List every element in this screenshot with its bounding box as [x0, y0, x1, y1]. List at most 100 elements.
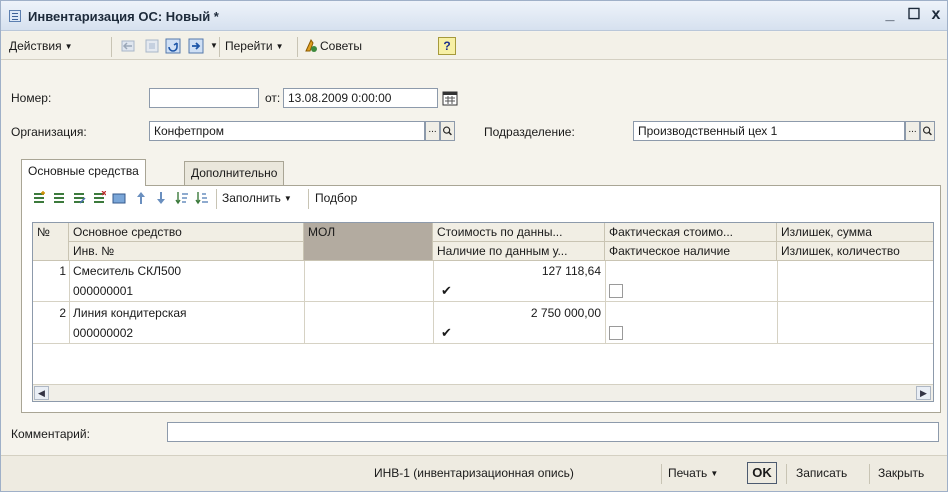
date-label: от: — [265, 91, 281, 105]
scroll-right-icon[interactable]: ▶ — [916, 386, 931, 400]
horizontal-scrollbar[interactable]: ◀ ▶ — [33, 384, 933, 401]
chevron-down-icon: ▼ — [710, 469, 719, 478]
actual-presence-checkbox[interactable] — [609, 284, 623, 298]
department-field[interactable]: Производственный цех 1 — [633, 121, 905, 141]
col-header-actual-cost[interactable]: Фактическая стоимо... — [605, 223, 777, 242]
document-icon — [9, 10, 21, 22]
book-cost-value[interactable]: 127 118,64 — [433, 261, 605, 281]
back-arrow-icon[interactable] — [121, 38, 137, 54]
refresh-icon[interactable] — [165, 38, 181, 54]
checkmark-icon: ✔ — [441, 325, 452, 340]
asset-inventory-number[interactable]: 000000001 — [69, 281, 304, 301]
organization-label: Организация: — [11, 125, 87, 139]
organization-field[interactable]: Конфетпром — [149, 121, 425, 141]
inventory-form-button[interactable]: ИНВ-1 (инвентаризационная опись) — [374, 466, 574, 480]
toolbar-separator — [216, 189, 217, 209]
move-down-icon[interactable] — [154, 191, 168, 205]
toolbar-separator — [786, 464, 787, 484]
col-header-inventory-number[interactable]: Инв. № — [69, 242, 304, 261]
actions-label: Действия — [9, 39, 62, 53]
grid-line — [33, 343, 933, 344]
tips-icon[interactable] — [303, 38, 319, 54]
fixed-assets-table[interactable]: № Основное средство МОЛ Стоимость по дан… — [32, 222, 934, 402]
search-icon[interactable] — [440, 121, 455, 141]
toolbar-separator — [219, 37, 220, 57]
search-icon[interactable] — [920, 121, 935, 141]
col-header-asset[interactable]: Основное средство — [69, 223, 304, 242]
maximize-button[interactable]: ☐ — [905, 5, 923, 25]
col-header-book-presence[interactable]: Наличие по данным у... — [433, 242, 605, 261]
actions-menu[interactable]: Действия ▼ — [9, 38, 73, 56]
grid-line — [605, 261, 606, 343]
document-window: Инвентаризация ОС: Новый * _ ☐ x Действи… — [0, 0, 948, 492]
book-cost-value[interactable]: 2 750 000,00 — [433, 303, 605, 323]
chevron-down-icon: ▼ — [64, 42, 73, 51]
toolbar-separator — [297, 37, 298, 57]
date-field[interactable]: 13.08.2009 0:00:00 — [283, 88, 438, 108]
help-button[interactable]: ? — [438, 37, 456, 55]
toolbar-separator — [111, 37, 112, 57]
goto-menu[interactable]: Перейти ▼ — [225, 38, 283, 56]
asset-name[interactable]: Линия кондитерская — [69, 303, 304, 323]
chevron-down-icon: ▼ — [283, 194, 292, 203]
tab-panel: Заполнить ▼ Подбор № Основное средство МО… — [21, 185, 941, 413]
fill-menu[interactable]: Заполнить ▼ — [222, 190, 292, 208]
col-header-surplus-sum[interactable]: Излишек, сумма — [777, 223, 933, 242]
col-header-number[interactable]: № — [33, 223, 69, 261]
goto-label: Перейти — [225, 39, 273, 53]
sort-descending-icon[interactable] — [195, 191, 209, 205]
chevron-down-icon[interactable]: ▼ — [210, 41, 218, 50]
comment-label: Комментарий: — [11, 427, 90, 441]
document-disabled-icon[interactable] — [144, 38, 160, 54]
grid-line — [33, 301, 933, 302]
end-edit-icon[interactable] — [112, 191, 126, 205]
delete-row-icon[interactable] — [92, 191, 106, 205]
table-toolbar: Заполнить ▼ Подбор — [22, 186, 940, 212]
actual-presence-checkbox[interactable] — [609, 326, 623, 340]
calendar-icon[interactable] — [442, 90, 458, 106]
col-header-book-cost[interactable]: Стоимость по данны... — [433, 223, 605, 242]
toolbar-separator — [869, 464, 870, 484]
toolbar-separator — [308, 189, 309, 209]
organization-select-button[interactable]: ... — [425, 121, 440, 141]
asset-name[interactable]: Смеситель СКЛ500 — [69, 261, 304, 281]
post-document-icon[interactable] — [188, 38, 204, 54]
edit-row-icon[interactable] — [72, 191, 86, 205]
grid-line — [304, 261, 305, 343]
grid-line — [777, 261, 778, 343]
main-toolbar: Действия ▼ ▼ Перейти ▼ Советы ? — [1, 32, 947, 60]
save-button[interactable]: Записать — [796, 466, 847, 480]
add-row-icon[interactable] — [32, 191, 46, 205]
row-number: 1 — [59, 264, 66, 278]
comment-field[interactable] — [167, 422, 939, 442]
move-up-icon[interactable] — [134, 191, 148, 205]
print-menu[interactable]: Печать ▼ — [668, 466, 718, 480]
close-form-button[interactable]: Закрыть — [878, 466, 924, 480]
tab-additional[interactable]: Дополнительно — [184, 161, 285, 185]
title-bar: Инвентаризация ОС: Новый * _ ☐ x — [1, 1, 947, 31]
minimize-button[interactable]: _ — [881, 5, 899, 25]
bottom-command-bar: ИНВ-1 (инвентаризационная опись) Печать ▼… — [1, 455, 947, 491]
checkmark-icon: ✔ — [441, 283, 452, 298]
ok-button[interactable]: OK — [747, 462, 777, 484]
sort-ascending-icon[interactable] — [175, 191, 189, 205]
col-header-actual-presence[interactable]: Фактическое наличие — [605, 242, 777, 261]
department-label: Подразделение: — [484, 125, 575, 139]
tips-button[interactable]: Советы — [320, 38, 362, 56]
number-field[interactable] — [149, 88, 259, 108]
toolbar-separator — [661, 464, 662, 484]
tab-fixed-assets[interactable]: Основные средства — [21, 159, 146, 186]
asset-inventory-number[interactable]: 000000002 — [69, 323, 304, 343]
number-label: Номер: — [11, 91, 52, 105]
scroll-left-icon[interactable]: ◀ — [34, 386, 49, 400]
close-button[interactable]: x — [927, 5, 945, 25]
col-header-surplus-qty[interactable]: Излишек, количество — [777, 242, 933, 261]
chevron-down-icon: ▼ — [275, 42, 284, 51]
copy-row-icon[interactable] — [52, 191, 66, 205]
pick-button[interactable]: Подбор — [315, 190, 357, 208]
fill-label: Заполнить — [222, 191, 281, 205]
department-select-button[interactable]: ... — [905, 121, 920, 141]
window-title: Инвентаризация ОС: Новый * — [28, 9, 219, 24]
col-header-mol[interactable]: МОЛ — [304, 223, 433, 261]
row-number: 2 — [59, 306, 66, 320]
